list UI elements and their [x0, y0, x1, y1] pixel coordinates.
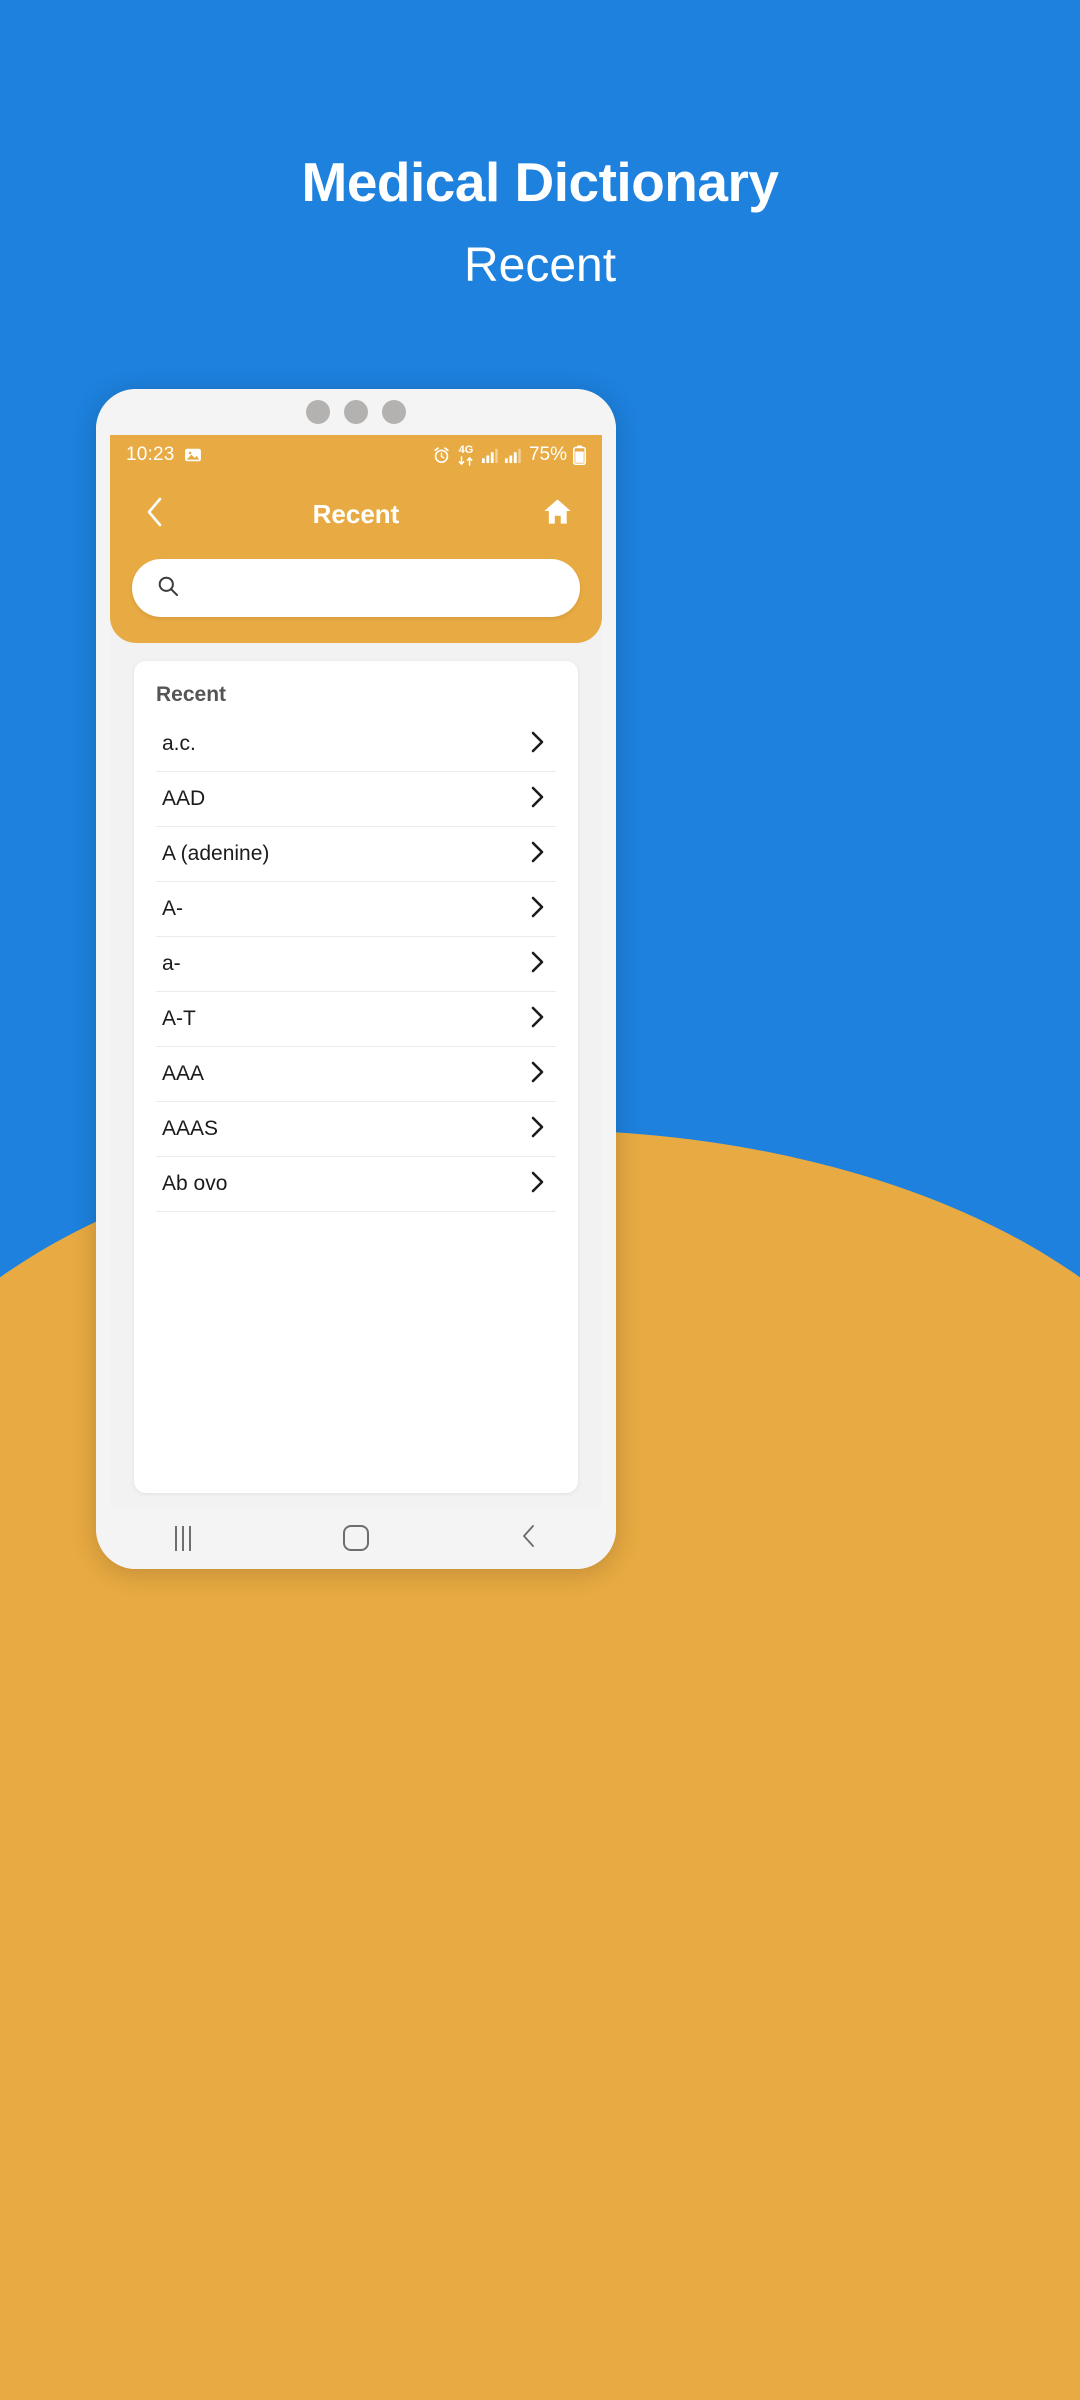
list-item-label: AAA [162, 1062, 205, 1085]
chevron-right-icon [526, 949, 548, 980]
nav-back-button[interactable] [474, 1523, 584, 1554]
chevron-left-icon [142, 495, 168, 534]
status-bar-left: 10:23 [126, 444, 203, 466]
status-bar: 10:23 4G 75% [110, 435, 602, 475]
search-section [110, 553, 602, 643]
chevron-right-icon [526, 784, 548, 815]
list-item[interactable]: A- [156, 882, 556, 937]
list-item[interactable]: a.c. [156, 717, 556, 772]
app-bar-title: Recent [312, 498, 400, 529]
back-chevron-icon [519, 1523, 539, 1554]
signal-bars-icon [481, 447, 498, 464]
list-item[interactable]: A-T [156, 992, 556, 1047]
app-bar: Recent [110, 475, 602, 553]
data-transfer-icon: 4G [457, 443, 475, 466]
chevron-right-icon [526, 1004, 548, 1035]
status-bar-right: 4G 75% [432, 444, 586, 466]
chevron-right-icon [526, 1169, 548, 1200]
nav-recents-button[interactable] [128, 1525, 238, 1551]
chevron-right-icon [526, 894, 548, 925]
phone-camera-dots [96, 389, 616, 435]
list-item[interactable]: Ab ovo [156, 1157, 556, 1212]
recent-card: Recent a.c. AAD A (adenine) A-a- A-T AAA AAAS A… [134, 661, 578, 1493]
camera-dot-icon [306, 400, 330, 424]
image-icon [183, 445, 203, 465]
list-item[interactable]: AAD [156, 772, 556, 827]
recents-icon [174, 1525, 191, 1551]
list-item[interactable]: AAA [156, 1047, 556, 1102]
list-item-label: A- [162, 897, 183, 920]
search-box[interactable] [132, 559, 580, 617]
back-button[interactable] [132, 495, 178, 534]
promo-subtitle: Recent [463, 239, 617, 292]
home-square-icon [342, 1525, 369, 1551]
list-item-label: a- [162, 952, 181, 975]
card-heading: Recent [156, 683, 227, 706]
phone-mockup: 10:23 4G 75% Recent Recent a.c. AAD A (a… [96, 389, 616, 1569]
search-input[interactable] [194, 576, 556, 600]
list-item-label: A-T [162, 1007, 196, 1030]
home-icon [542, 496, 573, 532]
android-nav-bar [96, 1507, 616, 1569]
phone-screen: 10:23 4G 75% Recent Recent a.c. AAD A (a… [110, 435, 602, 1507]
list-item[interactable]: a- [156, 937, 556, 992]
chevron-right-icon [526, 1114, 548, 1145]
battery-icon [573, 445, 586, 465]
signal-bars-icon [504, 447, 521, 464]
list-item-label: a.c. [162, 732, 196, 755]
chevron-right-icon [526, 839, 548, 870]
list-item-label: AAAS [162, 1117, 219, 1140]
chevron-right-icon [526, 1059, 548, 1090]
status-time: 10:23 [126, 444, 175, 465]
list-item-label: A (adenine) [162, 842, 270, 865]
list-item[interactable]: AAAS [156, 1102, 556, 1157]
network-type-label: 4G [458, 443, 474, 456]
battery-percent-label: 75% [528, 444, 567, 465]
search-icon [156, 574, 180, 603]
recent-list: a.c. AAD A (adenine) A-a- A-T AAA AAAS Ab ovo [156, 717, 556, 1212]
nav-home-button[interactable] [301, 1525, 411, 1551]
list-item[interactable]: A (adenine) [156, 827, 556, 882]
home-button[interactable] [534, 496, 580, 532]
camera-dot-icon [382, 400, 406, 424]
chevron-right-icon [526, 729, 548, 760]
promo-title: Medical Dictionary [301, 151, 779, 213]
list-item-label: Ab ovo [162, 1172, 228, 1195]
list-item-label: AAD [162, 787, 206, 810]
alarm-icon [432, 446, 451, 465]
camera-dot-icon [344, 400, 368, 424]
content-area: Recent a.c. AAD A (adenine) A-a- A-T AAA AAAS A… [110, 643, 602, 1507]
